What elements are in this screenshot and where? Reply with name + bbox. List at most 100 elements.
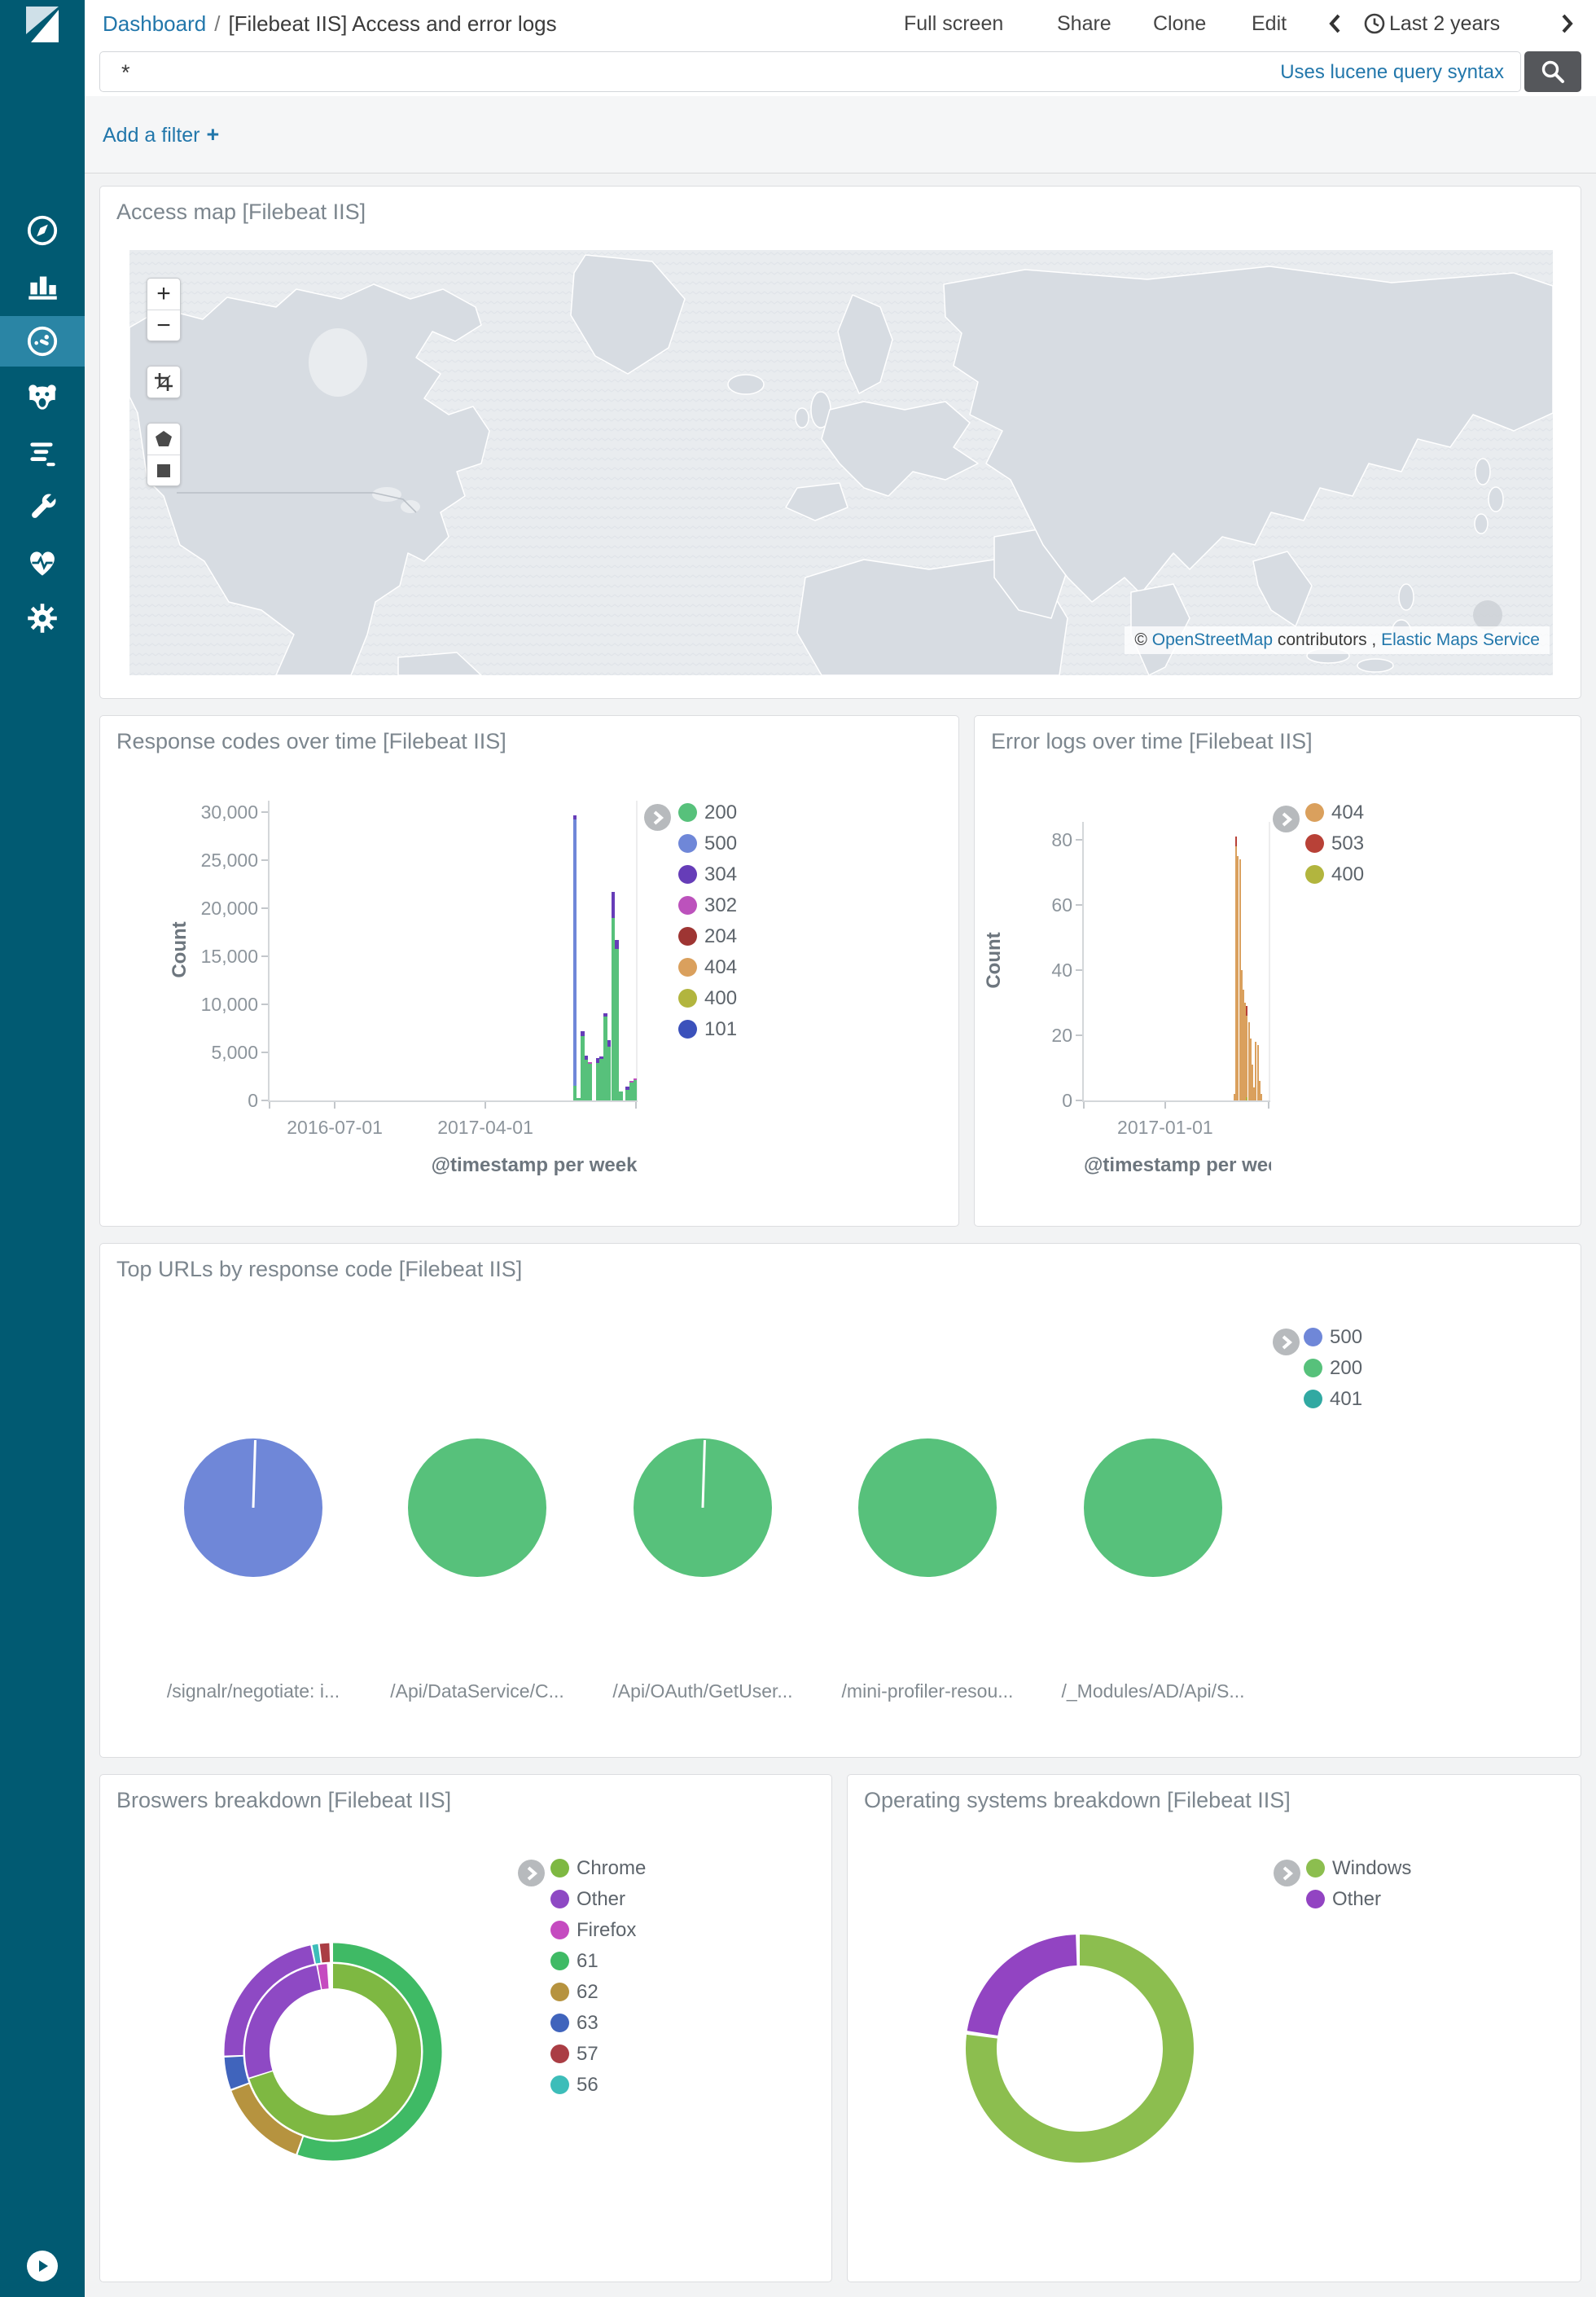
bar-segment-200[interactable] [588,1064,592,1100]
map-zoom-out-button[interactable]: − [147,310,180,340]
bar-segment-500[interactable] [573,819,577,1086]
legend-toggle-button[interactable] [644,804,671,831]
time-back-button[interactable] [1327,13,1342,38]
top-header: Dashboard/[Filebeat IIS] Access and erro… [85,0,1596,49]
pie-chart[interactable] [1084,1438,1222,1577]
os-donut-chart[interactable] [964,1933,1195,2164]
kibana-logo[interactable] [23,7,62,42]
legend-item[interactable]: 62 [550,1982,646,2002]
legend-item[interactable]: Other [1306,1889,1411,1909]
sidebar-item-discover[interactable] [0,205,85,256]
legend-item[interactable]: Chrome [550,1858,646,1878]
sidebar-item-management[interactable] [0,593,85,643]
x-axis [268,1100,638,1102]
legend-item[interactable]: 500 [1304,1327,1362,1347]
bar-segment-404[interactable] [1261,1094,1262,1100]
legend-toggle-button[interactable] [1274,1860,1300,1886]
donut-slice-57[interactable] [321,1952,330,1953]
panel-access-map: Access map [Filebeat IIS] [99,186,1581,699]
panel-title: Access map [Filebeat IIS] [116,200,366,225]
donut-slice-Other[interactable] [982,1950,1076,2033]
legend-item[interactable]: 404 [678,957,737,977]
breadcrumb-dashboard-link[interactable]: Dashboard [103,11,206,36]
bar-segment-200[interactable] [615,949,619,1100]
legend-toggle-button[interactable] [1273,806,1300,832]
legend-item[interactable]: Firefox [550,1920,646,1940]
sidebar-expand-button[interactable] [27,2251,58,2282]
legend-item[interactable]: 404 [1305,802,1364,823]
bar-chart-icon [24,267,61,305]
sidebar-item-dashboard[interactable] [0,316,85,367]
pie-chart[interactable] [858,1438,997,1577]
bar-segment-304[interactable] [581,1031,585,1036]
bar-segment-304[interactable] [615,940,619,949]
legend-item[interactable]: 200 [1304,1358,1362,1378]
lucene-syntax-link[interactable]: Uses lucene query syntax [1280,61,1504,84]
sidebar-item-logging[interactable] [0,427,85,477]
bar-segment-302[interactable] [634,1078,638,1079]
legend-item[interactable]: 57 [550,2044,646,2064]
pie-label: /Api/DataService/C... [375,1680,579,1702]
donut-slice-56[interactable] [314,1953,319,1954]
bar-segment-302[interactable] [588,1062,592,1064]
time-forward-button[interactable] [1560,13,1575,38]
osm-link[interactable]: OpenStreetMap [1152,630,1273,649]
legend-item[interactable]: 56 [550,2075,646,2095]
legend-item[interactable]: 63 [550,2013,646,2033]
browsers-donut-chart[interactable] [219,1938,447,2166]
legend-item[interactable]: Other [550,1889,646,1909]
donut-slice-63[interactable] [234,2057,239,2085]
legend-item[interactable]: 503 [1305,833,1364,854]
bar-segment-304[interactable] [585,1056,589,1060]
legend-item[interactable]: 204 [678,926,737,946]
donut-slice-Firefox[interactable] [320,1976,328,1977]
legend-item[interactable]: 500 [678,833,737,854]
legend-item[interactable]: 304 [678,864,737,885]
pie-chart[interactable] [634,1438,772,1577]
sidebar-item-timelion[interactable] [0,371,85,422]
time-range-picker[interactable]: Last 2 years [1389,12,1500,36]
sidebar-item-monitoring[interactable] [0,538,85,588]
full-screen-button[interactable]: Full screen [904,12,1003,36]
bar-segment-304[interactable] [612,892,616,918]
pie-chart[interactable] [408,1438,546,1577]
bar-segment-503[interactable] [1246,1006,1247,1016]
wrench-icon [24,489,61,526]
legend-item[interactable]: 200 [678,802,737,823]
legend-toggle-button[interactable] [518,1860,545,1886]
donut-slice-Other[interactable] [257,1978,318,2074]
clone-button[interactable]: Clone [1153,12,1206,36]
bar-segment-304[interactable] [603,1013,607,1017]
legend-item[interactable]: 400 [1305,864,1364,885]
legend-item[interactable]: 61 [550,1951,646,1971]
legend-item[interactable]: Windows [1306,1858,1411,1878]
x-tick-label: 2016-07-01 [253,1117,416,1139]
legend-item[interactable]: 400 [678,988,737,1008]
bar-segment-200[interactable] [619,1091,623,1100]
legend-toggle-button[interactable] [1273,1329,1300,1355]
legend-item[interactable]: 401 [1304,1389,1362,1409]
sidebar-item-dev-tools[interactable] [0,482,85,533]
pie-chart[interactable] [184,1438,322,1577]
chevron-right-icon [525,1866,538,1881]
legend-item[interactable]: 101 [678,1019,737,1039]
share-button[interactable]: Share [1057,12,1112,36]
legend-item[interactable]: 302 [678,895,737,916]
bar-segment-200[interactable] [634,1080,638,1100]
add-filter-button[interactable]: Add a filter+ [103,122,219,147]
legend-label: Windows [1332,1857,1411,1880]
search-submit-button[interactable] [1524,51,1581,92]
search-input[interactable] [120,57,1182,88]
world-map[interactable]: + − [129,250,1553,675]
edit-button[interactable]: Edit [1252,12,1287,36]
bar-segment-503[interactable] [1235,837,1237,846]
map-draw-rectangle-button[interactable] [147,455,180,485]
map-zoom-in-button[interactable]: + [147,279,180,310]
map-draw-polygon-button[interactable] [147,424,180,455]
sidebar-item-visualize[interactable] [0,261,85,311]
error-logs-chart: 0204060802017-01-01Count@timestamp per w… [975,716,1581,1226]
bar-segment-304[interactable] [573,815,577,820]
ems-link[interactable]: Elastic Maps Service [1381,630,1540,649]
y-tick [261,1052,268,1053]
map-fit-bounds-button[interactable] [147,367,180,397]
